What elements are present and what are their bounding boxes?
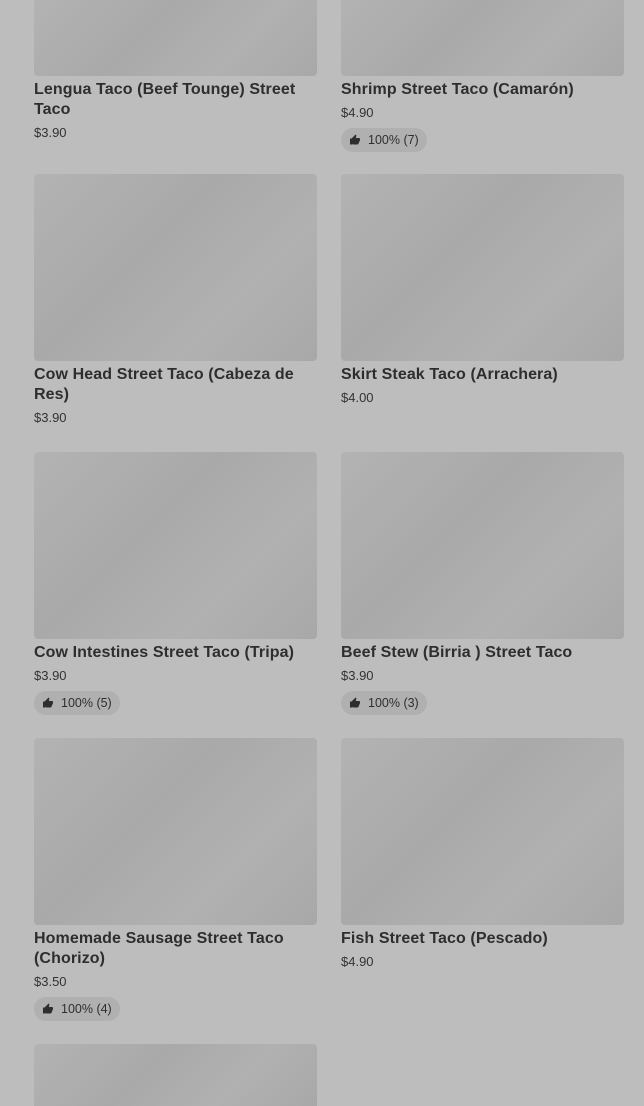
- menu-item-price: $3.90: [34, 668, 67, 683]
- menu-item-name: Beef Stew (Birria ) Street Taco: [341, 644, 573, 661]
- menu-item-card[interactable]: Cow Intestines Street Taco (Tripa) $3.90…: [34, 452, 317, 715]
- rating-badge: 100% (7): [341, 128, 427, 152]
- menu-item-card[interactable]: [34, 1044, 317, 1106]
- menu-item-name: Homemade Sausage Street Taco (Chorizo): [34, 930, 284, 967]
- menu-item-name: Lengua Taco (Beef Tounge) Street Taco: [34, 81, 296, 118]
- menu-item-image[interactable]: [34, 0, 317, 76]
- menu-item-price: $4.90: [341, 105, 374, 120]
- rating-badge: 100% (3): [341, 691, 427, 715]
- menu-item-card[interactable]: Homemade Sausage Street Taco (Chorizo) $…: [34, 738, 317, 1021]
- rating-text: 100% (3): [368, 696, 419, 710]
- menu-item-card[interactable]: Skirt Steak Taco (Arrachera) $4.00: [341, 174, 624, 407]
- menu-item-image[interactable]: [34, 174, 317, 361]
- menu-item-image[interactable]: [34, 1044, 317, 1106]
- menu-item-image[interactable]: [341, 0, 624, 76]
- thumbs-up-icon: [43, 1003, 53, 1014]
- menu-item-price: $3.90: [34, 410, 67, 425]
- menu-item-image[interactable]: [341, 738, 624, 925]
- rating-badge: 100% (5): [34, 691, 120, 715]
- thumbs-up-icon: [350, 697, 360, 708]
- rating-text: 100% (4): [61, 1002, 112, 1016]
- menu-item-name: Fish Street Taco (Pescado): [341, 930, 548, 947]
- menu-item-name: Cow Intestines Street Taco (Tripa): [34, 644, 295, 661]
- menu-item-image[interactable]: [341, 452, 624, 639]
- rating-badge: 100% (4): [34, 997, 120, 1021]
- rating-text: 100% (7): [368, 133, 419, 147]
- menu-item-name: Cow Head Street Taco (Cabeza de Res): [34, 366, 294, 403]
- menu-item-card[interactable]: Cow Head Street Taco (Cabeza de Res) $3.…: [34, 174, 317, 427]
- thumbs-up-icon: [350, 134, 360, 145]
- menu-item-price: $3.90: [34, 125, 67, 140]
- menu-item-card[interactable]: Beef Stew (Birria ) Street Taco $3.90 10…: [341, 452, 624, 715]
- rating-text: 100% (5): [61, 696, 112, 710]
- menu-item-card[interactable]: Fish Street Taco (Pescado) $4.90: [341, 738, 624, 971]
- menu-item-price: $4.00: [341, 390, 374, 405]
- thumbs-up-icon: [43, 697, 53, 708]
- menu-item-image[interactable]: [34, 738, 317, 925]
- menu-item-price: $4.90: [341, 954, 374, 969]
- menu-item-image[interactable]: [34, 452, 317, 639]
- menu-item-name: Skirt Steak Taco (Arrachera): [341, 366, 558, 383]
- menu-item-price: $3.90: [341, 668, 374, 683]
- menu-item-card[interactable]: Shrimp Street Taco (Camarón) $4.90 100% …: [341, 0, 624, 152]
- menu-item-price: $3.50: [34, 974, 67, 989]
- menu-item-image[interactable]: [341, 174, 624, 361]
- menu-item-name: Shrimp Street Taco (Camarón): [341, 81, 574, 98]
- menu-item-card[interactable]: Lengua Taco (Beef Tounge) Street Taco $3…: [34, 0, 317, 142]
